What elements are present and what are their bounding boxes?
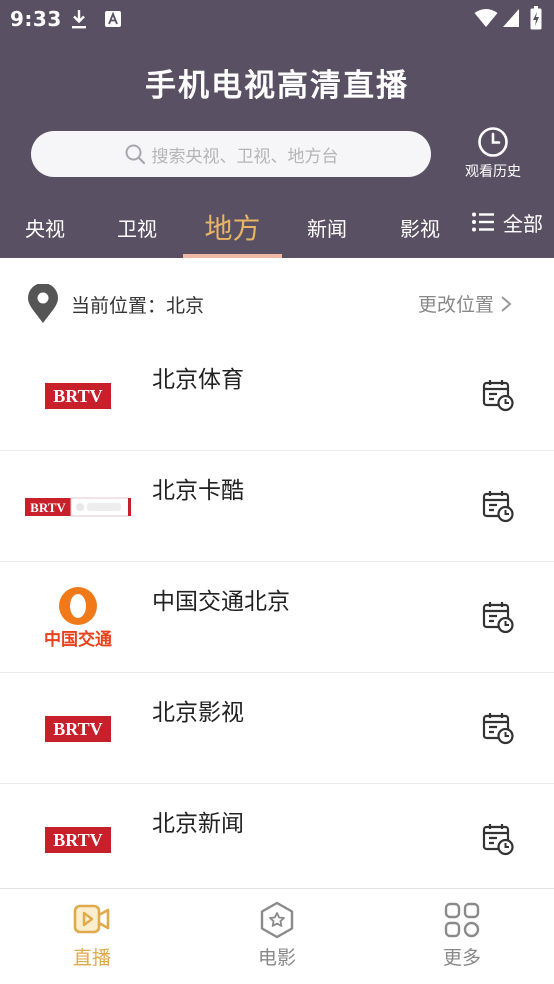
location-pin-icon	[28, 284, 58, 323]
channel-logo: BRTV	[20, 673, 136, 784]
all-categories-button[interactable]: 全部	[460, 196, 554, 248]
channel-logo: BRTV	[20, 784, 136, 895]
download-icon	[72, 10, 86, 29]
nav-live[interactable]: 直播	[0, 889, 184, 984]
channel-name: 中国交通北京	[152, 589, 290, 615]
calendar-clock-icon[interactable]	[481, 600, 515, 634]
channel-row[interactable]: BRTV 北京卡酷	[0, 451, 554, 562]
brtv-logo: BRTV	[45, 826, 111, 853]
live-video-icon	[73, 904, 110, 934]
svg-text:BRTV: BRTV	[53, 386, 102, 406]
search-placeholder: 搜索央视、卫视、地方台	[151, 146, 339, 167]
tab-satellite[interactable]: 卫视	[92, 196, 182, 258]
channel-row[interactable]: BRTV 北京影视	[0, 673, 554, 784]
header: 9:33 手机电视高清直播 搜索央视、卫视、地方台 观看历史 央视 卫视 地方 …	[0, 0, 554, 258]
nav-more[interactable]: 更多	[370, 889, 554, 984]
channel-logo: 中国交通	[20, 562, 136, 673]
brtv-kaku-logo: BRTV	[25, 497, 131, 516]
svg-text:BRTV: BRTV	[30, 500, 66, 515]
location-row: 当前位置：北京 更改位置	[0, 260, 554, 342]
tab-news[interactable]: 新闻	[282, 196, 372, 258]
history-label: 观看历史	[465, 164, 521, 180]
tab-local[interactable]: 地方	[183, 196, 282, 258]
calendar-clock-icon[interactable]	[481, 378, 515, 412]
tab-cctv[interactable]: 央视	[0, 196, 90, 258]
calendar-clock-icon[interactable]	[481, 822, 515, 856]
channel-name: 北京卡酷	[152, 478, 244, 504]
channel-logo: BRTV	[20, 340, 136, 451]
brtv-logo: BRTV	[45, 715, 111, 742]
channel-list: BRTV 北京体育 BRTV 北京卡酷 中国交通 中国交通北京 BRTV 北京影…	[0, 340, 554, 895]
status-bar: 9:33	[0, 0, 554, 38]
channel-name: 北京体育	[152, 367, 244, 393]
search-icon	[125, 144, 145, 165]
svg-text:BRTV: BRTV	[53, 830, 102, 850]
current-location: 当前位置：北京	[71, 295, 205, 317]
nav-live-label: 直播	[72, 947, 111, 969]
history-button[interactable]: 观看历史	[458, 126, 528, 186]
app-a-icon	[105, 11, 121, 27]
channel-name: 北京影视	[152, 700, 244, 726]
search-input[interactable]: 搜索央视、卫视、地方台	[31, 131, 431, 177]
all-categories-label: 全部	[503, 211, 543, 236]
china-traffic-logo: 中国交通	[44, 586, 112, 650]
change-location-button[interactable]: 更改位置	[418, 290, 512, 317]
tab-movies[interactable]: 影视	[375, 196, 465, 258]
nav-movies[interactable]: 电影	[185, 889, 369, 984]
more-grid-icon	[444, 902, 480, 938]
svg-text:中国交通: 中国交通	[44, 629, 112, 650]
list-icon	[472, 212, 494, 232]
active-tab-indicator	[183, 254, 282, 258]
chevron-right-icon	[501, 295, 512, 312]
calendar-clock-icon[interactable]	[481, 711, 515, 745]
movie-hexagon-icon	[260, 901, 294, 939]
battery-charging-icon	[530, 6, 542, 30]
channel-row[interactable]: 中国交通 中国交通北京	[0, 562, 554, 673]
nav-movies-label: 电影	[257, 947, 296, 969]
cell-signal-icon	[503, 9, 519, 27]
channel-name: 北京新闻	[152, 811, 244, 837]
channel-logo: BRTV	[20, 451, 136, 562]
clock-icon	[478, 127, 508, 157]
channel-row[interactable]: BRTV 北京新闻	[0, 784, 554, 895]
status-time: 9:33	[10, 7, 62, 31]
brtv-logo: BRTV	[45, 382, 111, 409]
calendar-clock-icon[interactable]	[481, 489, 515, 523]
svg-text:BRTV: BRTV	[53, 719, 102, 739]
bottom-nav: 直播 电影 更多	[0, 888, 554, 984]
nav-more-label: 更多	[442, 947, 481, 969]
wifi-icon	[474, 9, 498, 27]
channel-row[interactable]: BRTV 北京体育	[0, 340, 554, 451]
change-location-label: 更改位置	[418, 294, 495, 316]
app-title: 手机电视高清直播	[145, 68, 409, 104]
